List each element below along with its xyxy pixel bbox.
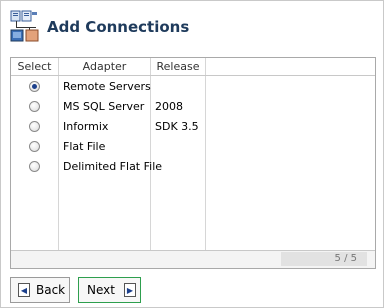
column-header-release[interactable]: Release bbox=[151, 59, 205, 75]
release-cell: SDK 3.5 bbox=[155, 120, 199, 133]
select-radio[interactable] bbox=[29, 101, 40, 112]
adapter-cell: Flat File bbox=[63, 140, 106, 153]
select-radio[interactable] bbox=[29, 121, 40, 132]
table-row[interactable]: Flat File bbox=[11, 137, 375, 157]
column-header-adapter[interactable]: Adapter bbox=[59, 59, 150, 75]
back-button[interactable]: ◀ Back bbox=[10, 277, 70, 303]
adapter-cell: Delimited Flat File bbox=[63, 160, 163, 173]
page-title: Add Connections bbox=[47, 18, 190, 36]
connections-grid: Select Adapter Release Remote Servers MS… bbox=[10, 57, 376, 269]
next-button[interactable]: Next ▶ bbox=[78, 277, 141, 303]
back-button-label: Back bbox=[36, 283, 66, 297]
next-button-label: Next bbox=[87, 283, 115, 297]
select-radio[interactable] bbox=[29, 81, 40, 92]
page-indicator: 5 / 5 bbox=[281, 252, 367, 266]
select-radio[interactable] bbox=[29, 161, 40, 172]
grid-footer: 5 / 5 bbox=[11, 250, 375, 268]
adapter-cell: MS SQL Server bbox=[63, 100, 145, 113]
table-row[interactable]: Informix SDK 3.5 bbox=[11, 117, 375, 137]
release-cell: 2008 bbox=[155, 100, 183, 113]
column-header-select[interactable]: Select bbox=[11, 59, 58, 75]
select-radio[interactable] bbox=[29, 141, 40, 152]
grid-header: Select Adapter Release bbox=[11, 58, 375, 76]
arrow-left-icon: ◀ bbox=[18, 283, 30, 297]
arrow-right-icon: ▶ bbox=[123, 283, 136, 297]
table-row[interactable]: Remote Servers bbox=[11, 77, 375, 97]
dialog-panel: Add Connections Select Adapter Release R… bbox=[0, 0, 384, 308]
table-row[interactable]: Delimited Flat File bbox=[11, 157, 375, 177]
adapter-cell: Informix bbox=[63, 120, 109, 133]
adapter-cell: Remote Servers bbox=[63, 80, 151, 93]
connections-icon bbox=[10, 9, 42, 45]
header: Add Connections bbox=[10, 9, 370, 45]
table-row[interactable]: MS SQL Server 2008 bbox=[11, 97, 375, 117]
